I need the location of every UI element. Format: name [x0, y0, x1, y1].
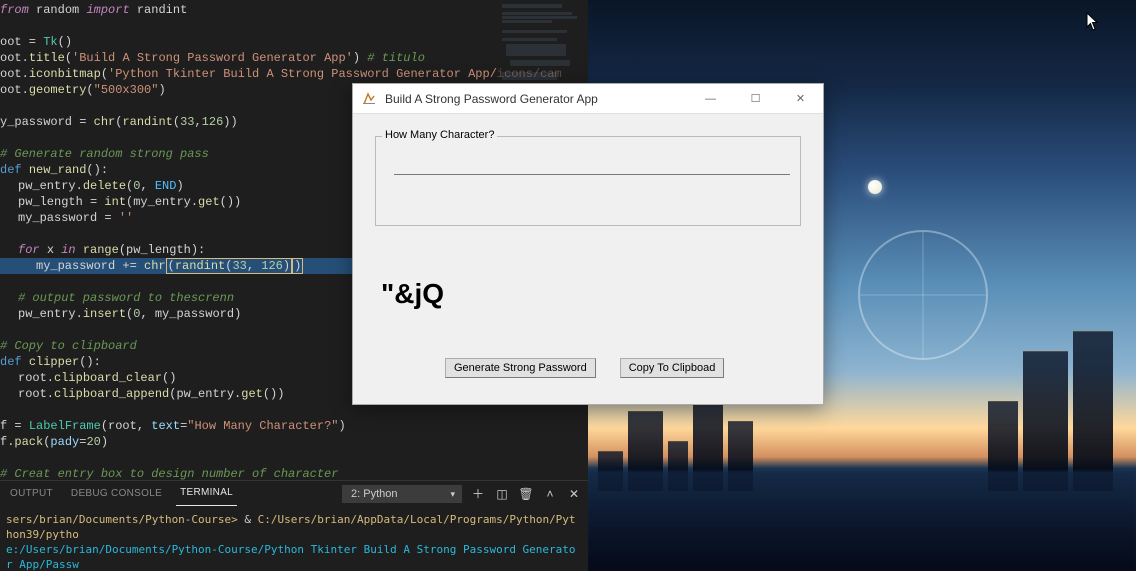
window-title: Build A Strong Password Generator App	[385, 92, 688, 106]
maximize-panel-icon[interactable]: ˄	[542, 486, 558, 502]
char-count-input[interactable]	[394, 159, 790, 175]
water-reflection-decor	[588, 471, 1136, 571]
close-button[interactable]: ✕	[778, 84, 823, 113]
password-output: "&jQ	[381, 278, 801, 310]
new-terminal-icon[interactable]: ＋	[470, 486, 486, 502]
app-icon	[361, 91, 377, 107]
close-panel-icon[interactable]: ✕	[566, 486, 582, 502]
minimize-button[interactable]: —	[688, 84, 733, 113]
kill-terminal-icon[interactable]: 🗑	[518, 486, 534, 502]
tab-debug-console[interactable]: DEBUG CONSOLE	[67, 482, 166, 506]
generate-button[interactable]: Generate Strong Password	[445, 358, 596, 378]
tab-terminal[interactable]: TERMINAL	[176, 481, 237, 506]
chevron-down-icon: ▾	[450, 486, 455, 502]
terminal-select[interactable]: 2: Python ▾	[342, 485, 462, 503]
terminal-select-label: 2: Python	[351, 486, 397, 502]
tab-output[interactable]: OUTPUT	[6, 482, 57, 506]
panel-tabs: OUTPUT DEBUG CONSOLE TERMINAL 2: Python …	[0, 480, 588, 506]
split-terminal-icon[interactable]: ◫	[494, 486, 510, 502]
moon-decor	[868, 180, 882, 194]
terminal[interactable]: sers/brian/Documents/Python-Course> & C:…	[0, 506, 588, 571]
label-frame-label: How Many Character?	[382, 129, 497, 141]
maximize-button[interactable]: ☐	[733, 84, 778, 113]
copy-button[interactable]: Copy To Clipboad	[620, 358, 725, 378]
label-frame: How Many Character?	[375, 136, 801, 226]
tkinter-app-window: Build A Strong Password Generator App — …	[352, 83, 824, 405]
titlebar[interactable]: Build A Strong Password Generator App — …	[353, 84, 823, 114]
